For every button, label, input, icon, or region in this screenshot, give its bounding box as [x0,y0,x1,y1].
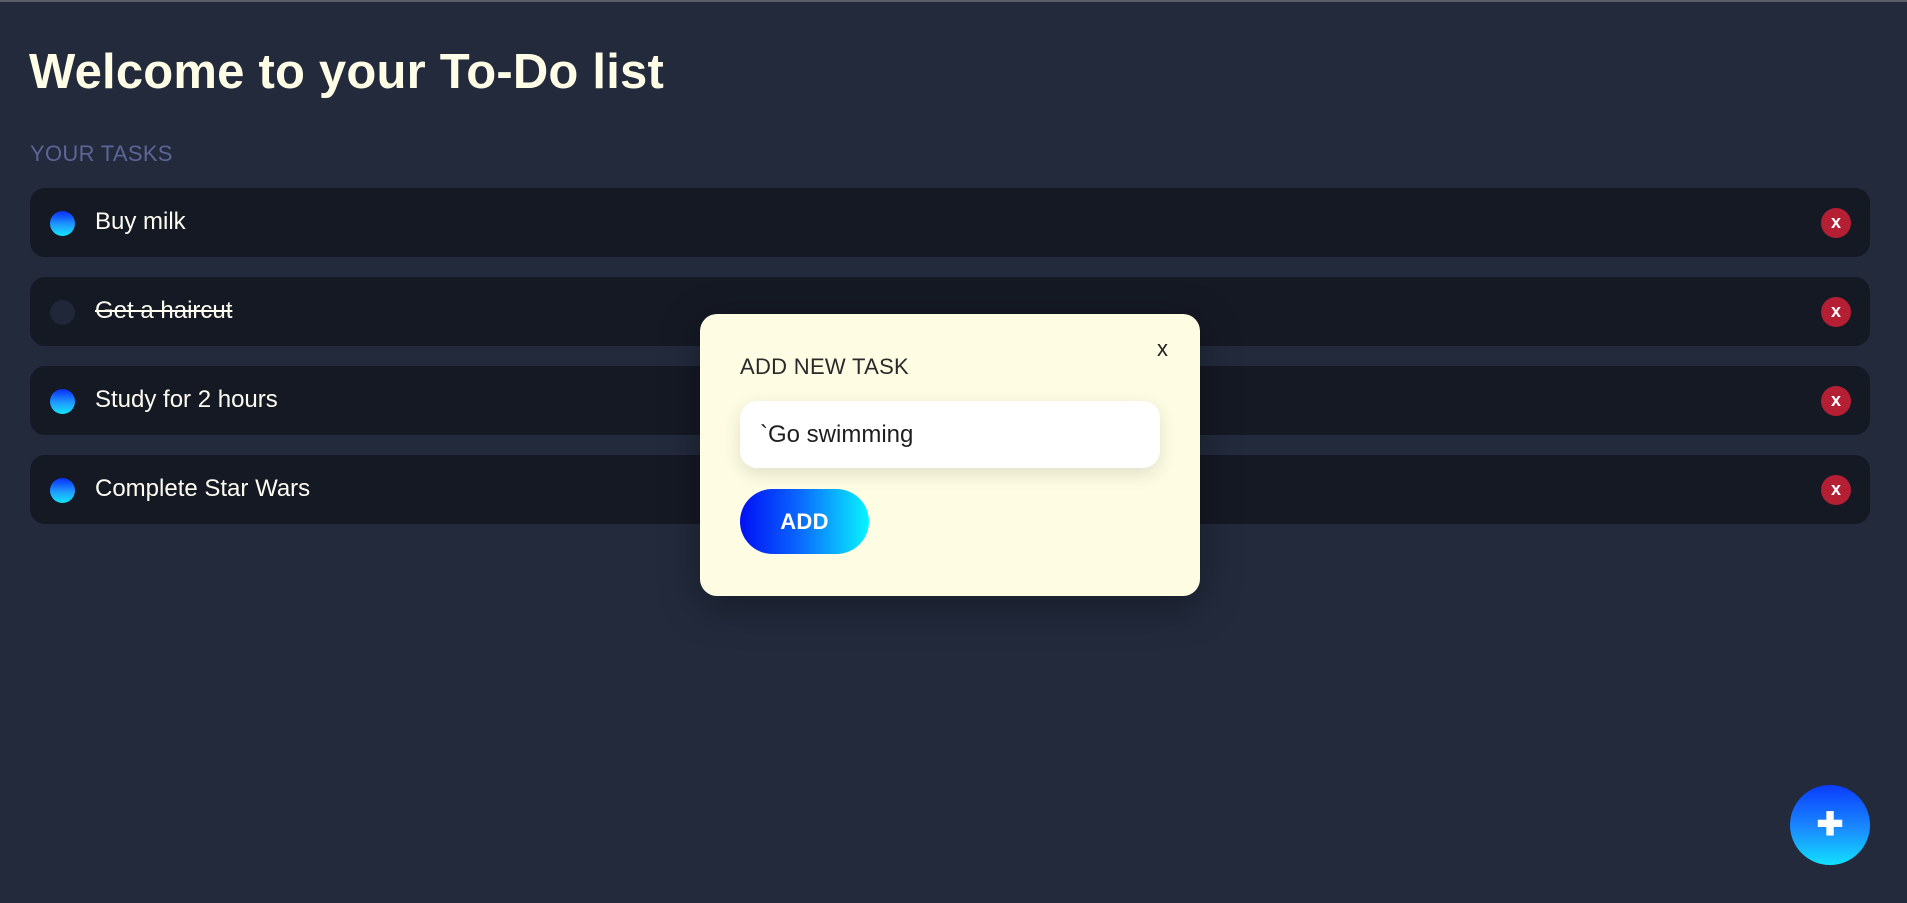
delete-task-button[interactable]: x [1821,297,1851,327]
task-checkbox[interactable] [50,478,75,503]
plus-icon: ✚ [1816,806,1844,842]
delete-task-button[interactable]: x [1821,475,1851,505]
task-text: Buy milk [95,208,186,235]
task-checkbox[interactable] [50,389,75,414]
modal-close-button[interactable]: x [1157,336,1168,362]
task-checkbox[interactable] [50,300,75,325]
task-text: Get a haircut [95,297,233,324]
add-task-button[interactable]: ADD [740,489,869,554]
add-task-fab[interactable]: ✚ [1790,785,1870,865]
page-title: Welcome to your To-Do list [29,45,664,99]
modal-title: ADD NEW TASK [740,354,910,379]
tasks-section-label: YOUR TASKS [30,141,173,166]
task-checkbox[interactable] [50,211,75,236]
task-text: Study for 2 hours [95,386,278,413]
task-text: Complete Star Wars [95,475,311,502]
delete-task-button[interactable]: x [1821,386,1851,416]
task-row: Buy milk x [30,188,1870,257]
delete-task-button[interactable]: x [1821,208,1851,238]
add-task-modal: x ADD NEW TASK ADD [700,314,1200,596]
new-task-input[interactable] [740,401,1160,468]
